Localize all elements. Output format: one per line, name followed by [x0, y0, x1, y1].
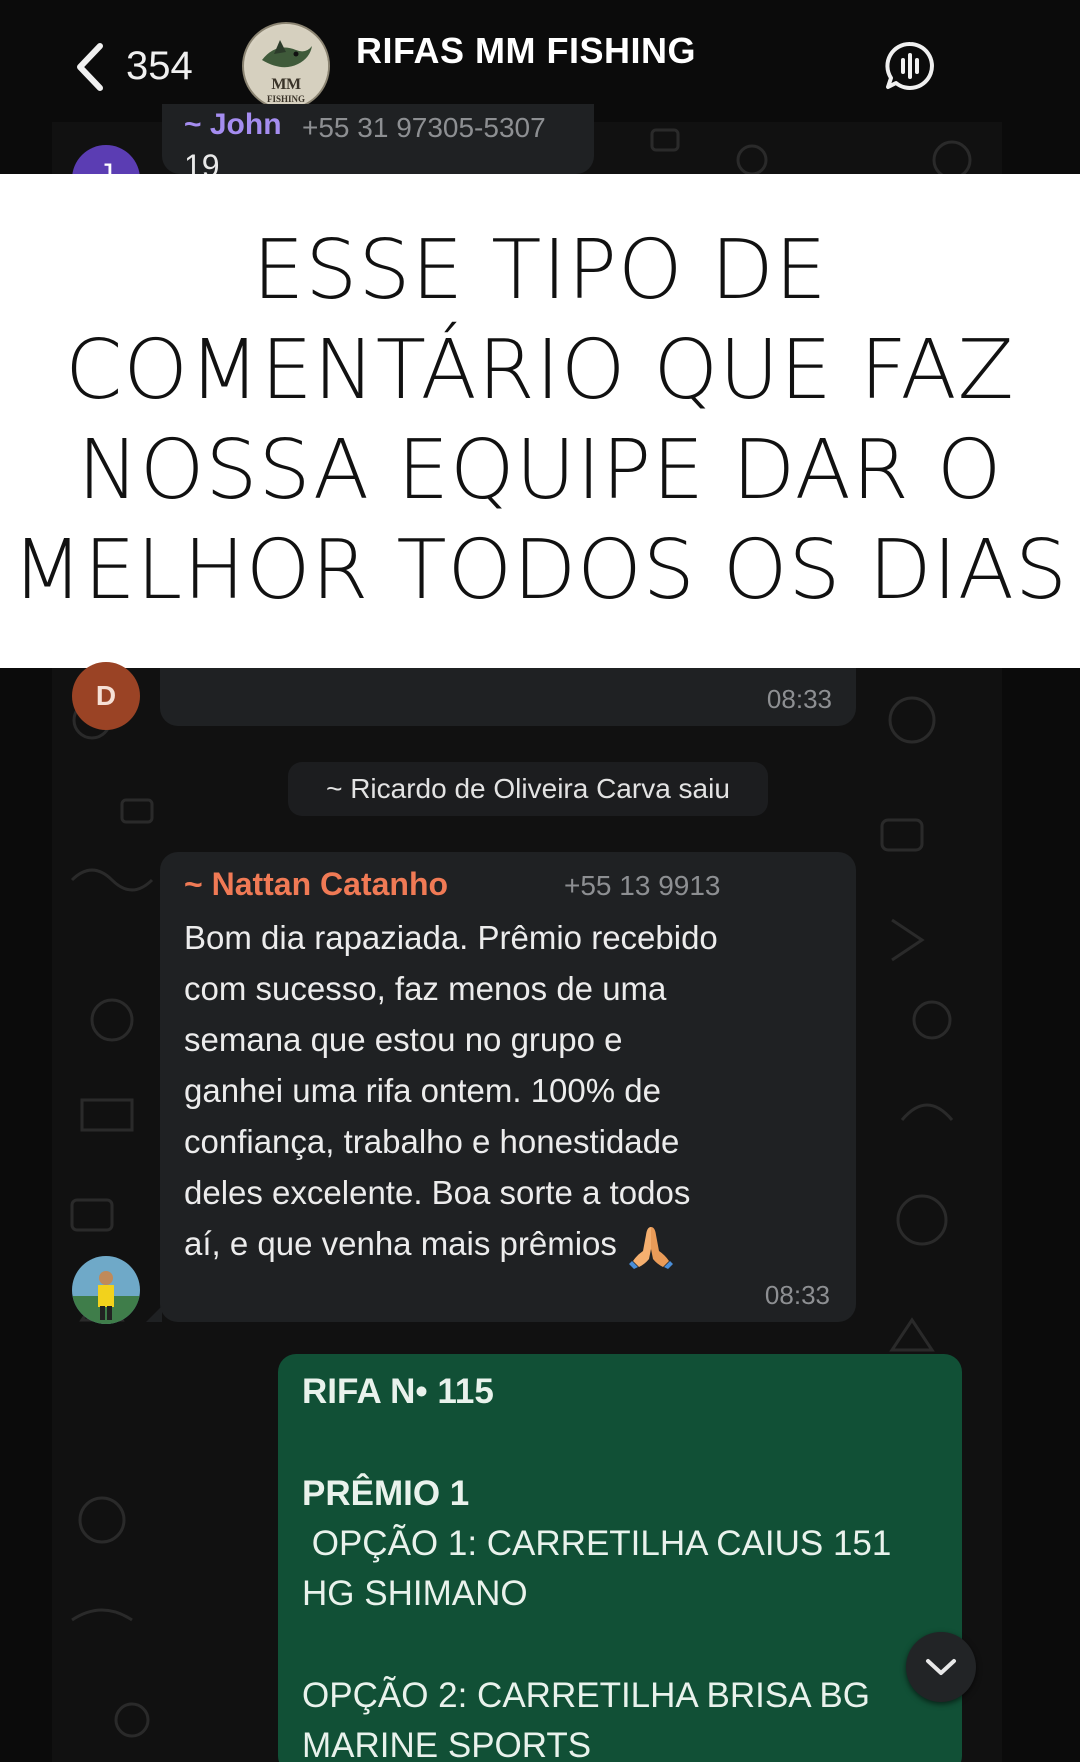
- voice-chat-icon: [885, 41, 934, 90]
- unread-count[interactable]: 354: [126, 44, 193, 89]
- avatar-initial: D: [95, 680, 117, 711]
- message-time: 08:33: [766, 684, 832, 714]
- voice-chat-button[interactable]: [884, 40, 936, 92]
- message-bubble[interactable]: ~ John +55 31 97305-5307 19: [162, 104, 594, 184]
- chevron-down-icon: [926, 1659, 956, 1675]
- rifa-number: RIFA N• 115: [302, 1372, 494, 1411]
- chat-screen: 354 MM FISHING RIFAS MM FISHING J ~ John: [0, 0, 1080, 1762]
- sender-avatar[interactable]: [72, 1256, 140, 1324]
- message-text: Bom dia rapaziada. Prêmio recebido com s…: [184, 912, 834, 1270]
- message-time: 08:33: [764, 1280, 830, 1310]
- sender-name[interactable]: ~ Nattan Catanho: [184, 866, 448, 903]
- banner-line: MELHOR TODOS OS DIAS: [11, 523, 1069, 618]
- message-line: Bom dia rapaziada. Prêmio recebido: [184, 919, 718, 956]
- logo-text: MM: [271, 76, 301, 93]
- message-bubble-outgoing[interactable]: RIFA N• 115 PRÊMIO 1 OPÇÃO 1: CARRETILHA…: [278, 1354, 962, 1762]
- logo-subtext: FISHING: [266, 94, 305, 104]
- message-line-last: aí, e que venha mais prêmios: [184, 1218, 834, 1270]
- sender-avatar[interactable]: D: [72, 662, 140, 730]
- scroll-to-bottom-button[interactable]: [906, 1632, 976, 1702]
- back-button[interactable]: [70, 42, 110, 92]
- sender-phone: +55 31 97305-5307: [302, 112, 546, 143]
- message-line: MARINE SPORTS: [302, 1726, 592, 1762]
- prize-option-1: OPÇÃO 1: CARRETILHA CAIUS 151: [302, 1524, 892, 1563]
- prize-option-2: OPÇÃO 2: CARRETILHA BRISA BG: [302, 1676, 870, 1715]
- folded-hands-icon: [629, 1227, 674, 1270]
- message-line: confiança, trabalho e honestidade: [184, 1123, 680, 1160]
- system-notice: ~ Ricardo de Oliveira Carva saiu: [288, 762, 768, 816]
- message-line: aí, e que venha mais prêmios: [184, 1225, 617, 1262]
- group-avatar[interactable]: MM FISHING: [242, 22, 330, 110]
- message-bubble[interactable]: ~ Nattan Catanho +55 13 9913 Bom dia rap…: [146, 852, 856, 1322]
- system-notice-text: ~ Ricardo de Oliveira Carva saiu: [326, 773, 730, 804]
- banner-line: NOSSA EQUIPE DAR O: [77, 423, 1003, 518]
- profile-photo-icon: [72, 1256, 140, 1324]
- sender-name[interactable]: ~ John: [184, 108, 282, 142]
- message-line: semana que estou no grupo e: [184, 1021, 623, 1058]
- banner-line: COMENTÁRIO QUE FAZ: [65, 323, 1015, 418]
- message-line: deles excelente. Boa sorte a todos: [184, 1174, 691, 1211]
- banner-line: ESSE TIPO DE: [252, 223, 828, 318]
- message-line: com sucesso, faz menos de uma: [184, 970, 667, 1007]
- sender-phone: +55 13 9913: [564, 870, 721, 901]
- chevron-left-icon: [77, 43, 103, 91]
- overlay-banner: ESSE TIPO DE COMENTÁRIO QUE FAZ NOSSA EQ…: [0, 174, 1080, 668]
- message-bubble[interactable]: 08:33: [160, 668, 856, 726]
- group-title[interactable]: RIFAS MM FISHING: [356, 30, 696, 72]
- message-line: HG SHIMANO: [302, 1574, 528, 1613]
- prize-title: PRÊMIO 1: [302, 1474, 470, 1513]
- message-line: ganhei uma rifa ontem. 100% de: [184, 1072, 661, 1109]
